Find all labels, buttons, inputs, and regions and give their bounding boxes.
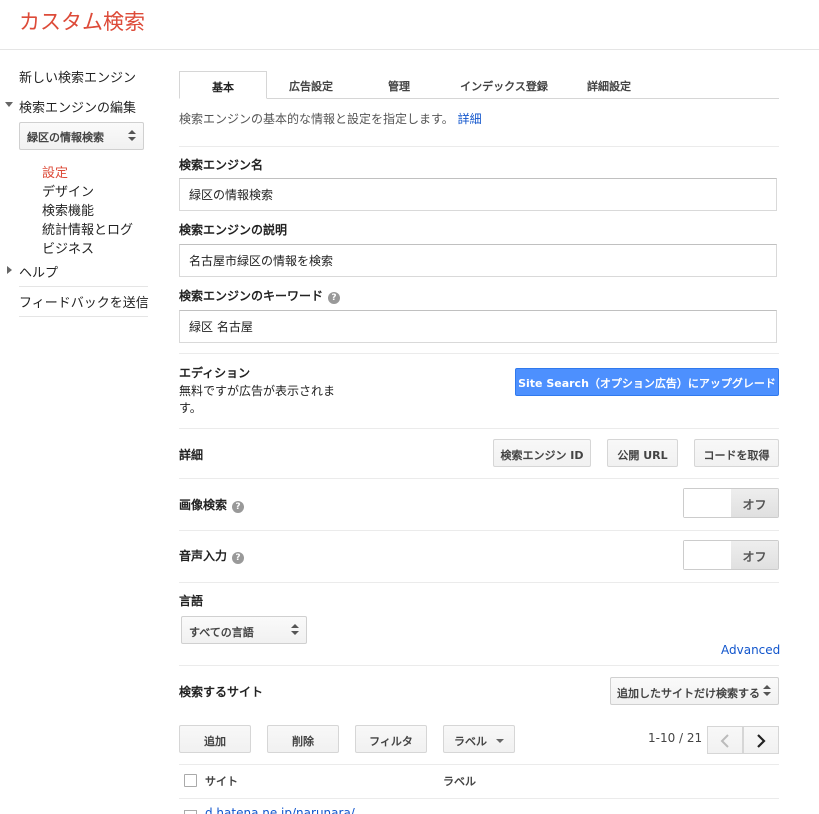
sites-filter-select[interactable]: 追加したサイトだけ検索する [610,677,779,705]
section-divider [179,665,779,666]
sites-filter-value: 追加したサイトだけ検索する [617,687,760,700]
select-arrows-icon [291,624,299,636]
section-divider [179,764,779,765]
sidebar-item-design[interactable]: デザイン [42,181,94,200]
details-link[interactable]: 詳細 [458,112,482,126]
description-text: 検索エンジンの基本的な情報と設定を指定します。 [179,112,454,126]
engine-keywords-label: 検索エンジンのキーワード? [179,287,341,304]
language-select-value: すべての言語 [189,626,254,639]
next-page-button[interactable] [743,726,779,754]
image-search-label-text: 画像検索 [179,498,228,512]
toggle-knob [684,489,732,517]
add-site-button[interactable]: 追加 [179,725,251,753]
chevron-left-icon [720,734,729,748]
tab-basic[interactable]: 基本 [179,71,267,99]
help-icon[interactable]: ? [232,501,245,513]
new-engine-link[interactable]: 新しい検索エンジン [19,67,136,86]
sites-label: 検索するサイト [179,685,264,699]
label-button[interactable]: ラベル [443,725,515,753]
get-code-button[interactable]: コードを取得 [694,439,779,467]
edit-engine-link[interactable]: 検索エンジンの編集 [19,97,136,116]
public-url-button[interactable]: 公開 URL [607,439,678,467]
expand-down-icon[interactable] [5,102,13,107]
advanced-link[interactable]: Advanced [721,643,780,657]
chevron-right-icon [757,734,766,748]
edition-note: 無料ですが広告が表示されます。 [179,384,336,415]
row-checkbox[interactable] [184,810,197,814]
section-divider [179,582,779,583]
help-icon[interactable]: ? [232,552,245,564]
column-header-site[interactable]: サイト [205,773,238,789]
help-icon[interactable]: ? [328,292,341,304]
site-row-link[interactable]: d.hatena.ne.jp/narunara/ [205,806,355,814]
engine-select[interactable]: 緑区の情報検索 [19,122,144,150]
edition-label: エディション [179,366,251,380]
app-title: カスタム検索 [19,10,145,34]
engine-keywords-input[interactable] [179,310,777,343]
delete-site-button[interactable]: 削除 [267,725,339,753]
filter-button[interactable]: フィルタ [355,725,427,753]
expand-right-icon[interactable] [7,266,12,274]
feedback-link[interactable]: フィードバックを送信 [19,292,149,311]
voice-input-label: 音声入力? [179,547,245,564]
tab-indexing[interactable]: インデックス登録 [448,71,560,99]
select-arrows-icon [763,685,771,697]
image-search-toggle[interactable]: オフ [683,488,779,518]
sidebar-divider [19,316,148,317]
tab-admin[interactable]: 管理 [360,71,438,99]
toggle-state: オフ [731,489,778,517]
section-divider [179,428,779,429]
sidebar-divider [19,286,148,287]
language-select[interactable]: すべての言語 [181,616,307,644]
page-description: 検索エンジンの基本的な情報と設定を指定します。 詳細 [179,110,482,127]
toggle-knob [684,541,732,569]
details-label: 詳細 [179,448,204,462]
upgrade-button[interactable]: Site Search（オプション広告）にアップグレード [515,368,779,396]
label-button-text: ラベル [454,735,487,748]
select-arrows-icon [128,130,136,142]
image-search-label: 画像検索? [179,496,245,513]
sidebar-item-settings[interactable]: 設定 [42,162,68,181]
help-link[interactable]: ヘルプ [19,262,58,281]
sidebar-item-search-features[interactable]: 検索機能 [42,200,94,219]
section-divider [179,530,779,531]
language-label: 言語 [179,594,204,608]
engine-id-button[interactable]: 検索エンジン ID [493,439,591,467]
toggle-state: オフ [731,541,778,569]
prev-page-button[interactable] [707,726,743,754]
section-divider [179,146,779,147]
engine-name-label: 検索エンジン名 [179,158,264,172]
engine-keywords-label-text: 検索エンジンのキーワード [179,289,324,303]
column-header-label[interactable]: ラベル [443,773,476,789]
sidebar-item-stats-logs[interactable]: 統計情報とログ [42,219,133,238]
tab-ads[interactable]: 広告設定 [272,71,350,99]
voice-input-toggle[interactable]: オフ [683,540,779,570]
tab-advanced[interactable]: 詳細設定 [570,71,648,99]
chevron-down-icon [496,739,504,743]
engine-select-value: 緑区の情報検索 [27,131,104,144]
select-all-checkbox[interactable] [184,774,197,787]
section-divider [179,353,779,354]
engine-name-input[interactable] [179,178,777,211]
engine-description-input[interactable] [179,244,777,277]
section-divider [179,478,779,479]
voice-input-label-text: 音声入力 [179,549,228,563]
engine-description-label: 検索エンジンの説明 [179,223,288,237]
sidebar-item-business[interactable]: ビジネス [42,238,94,257]
pager-count: 1-10 / 21 [648,731,703,745]
section-divider [179,798,779,799]
header-divider [0,49,819,50]
